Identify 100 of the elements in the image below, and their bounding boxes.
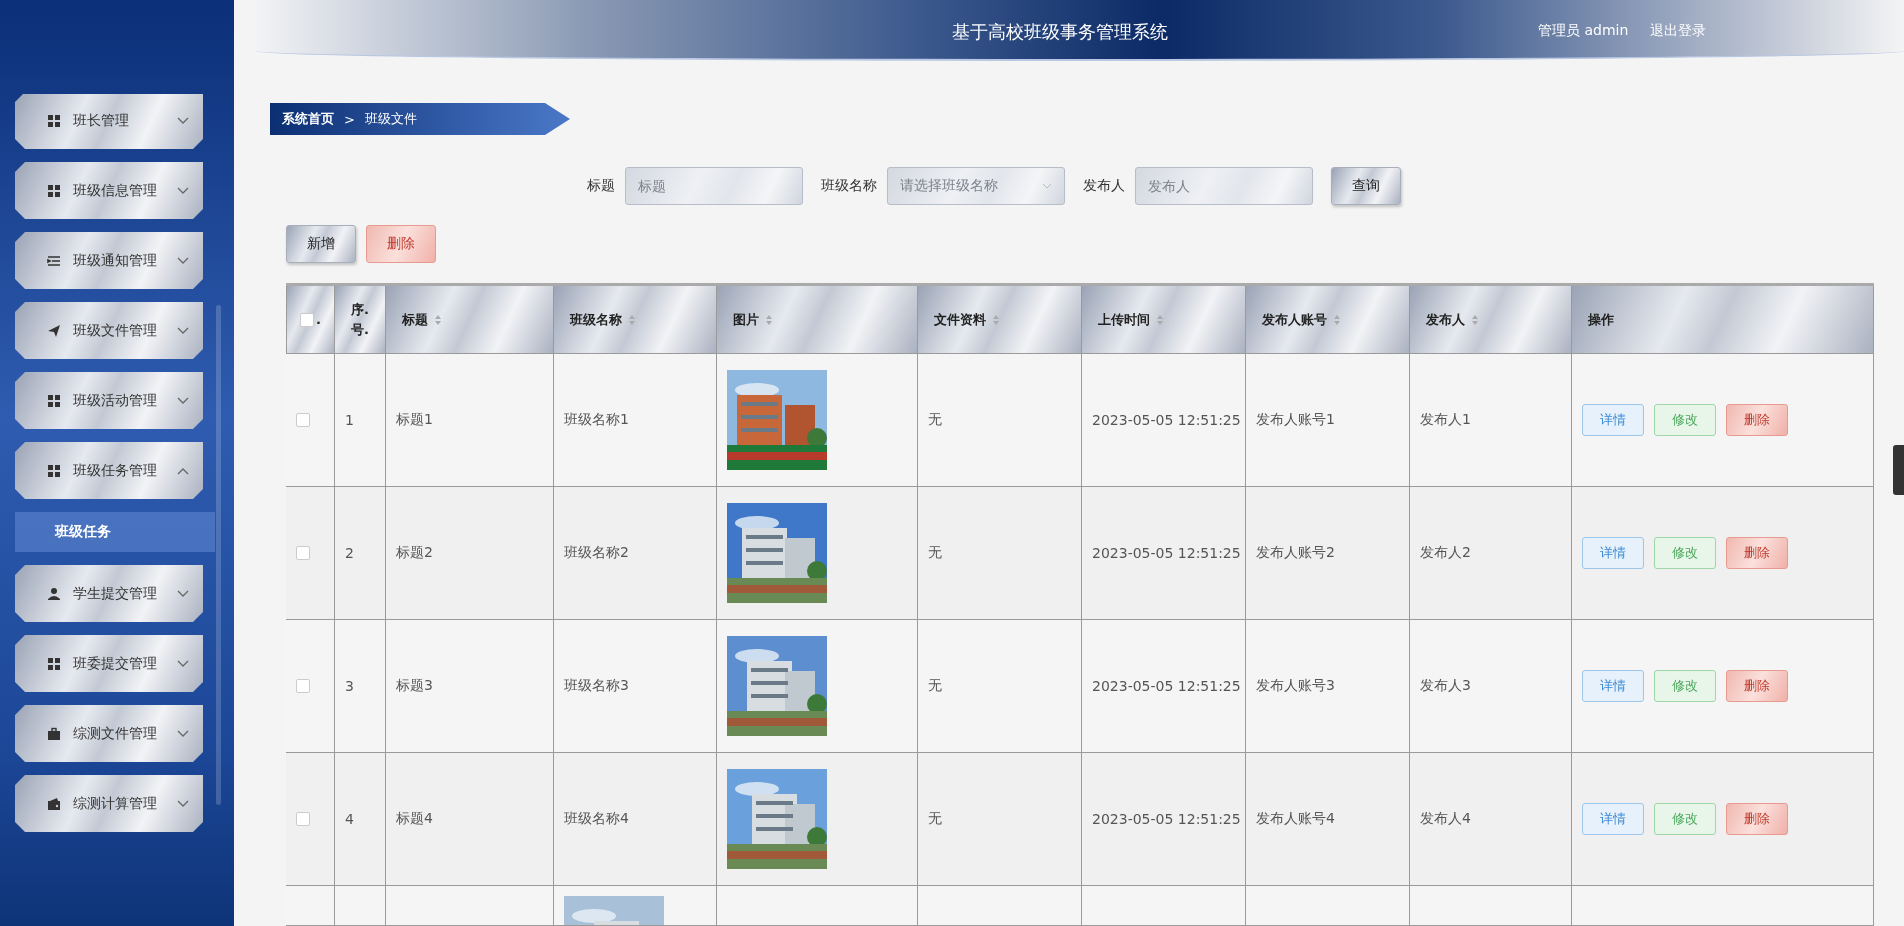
menu-item[interactable]: 班长管理 <box>15 94 203 149</box>
table-cell: 2 <box>335 487 386 620</box>
table-cell: 班级名称4 <box>554 753 717 886</box>
table-cell: 无 <box>918 753 1082 886</box>
table-cell: 发布人3 <box>1410 620 1572 753</box>
table-cell: 无 <box>918 620 1082 753</box>
table-cell: 4 <box>335 753 386 886</box>
table-header-cell[interactable]: 图片 <box>717 286 918 354</box>
user-icon <box>47 586 61 601</box>
table-cell: 发布人4 <box>1410 753 1572 886</box>
table-cell: 标题2 <box>386 487 554 620</box>
list-icon <box>47 253 61 268</box>
breadcrumb-text: > <box>344 111 355 127</box>
table-cell: 班级名称2 <box>554 487 717 620</box>
delete-button[interactable]: 删除 <box>1726 404 1788 436</box>
scrollbar[interactable] <box>216 305 221 805</box>
delete-button[interactable]: 删除 <box>1726 803 1788 835</box>
sort-icon[interactable] <box>992 313 1000 326</box>
paper-plane-icon <box>47 323 61 338</box>
table-cell: 发布人账号2 <box>1246 487 1410 620</box>
table-cell: 班级名称1 <box>554 354 717 487</box>
chevron-down-icon <box>177 186 189 195</box>
add-button[interactable]: 新增 <box>286 225 356 263</box>
field-label: 发布人 <box>1083 177 1125 195</box>
table-cell: 2023-05-05 12:51:25 <box>1082 753 1246 886</box>
table-cell: 班级名称3 <box>554 620 717 753</box>
wallet-icon <box>47 796 61 811</box>
chevron-down-icon <box>177 116 189 125</box>
grid-icon <box>47 393 61 408</box>
header-mark: . <box>316 312 321 327</box>
grid-icon <box>47 656 61 671</box>
sort-icon[interactable] <box>1333 313 1341 326</box>
table-cell: 无 <box>918 354 1082 487</box>
table-cell: 发布人1 <box>1410 354 1572 487</box>
sort-icon[interactable] <box>1471 313 1479 326</box>
table-header-cell[interactable]: 发布人账号 <box>1246 286 1410 354</box>
checkbox[interactable] <box>296 546 310 560</box>
table-cell: 1 <box>335 354 386 487</box>
table-cell: 3 <box>335 620 386 753</box>
table-cell: 2023-05-05 12:51:25 <box>1082 354 1246 487</box>
menu-item[interactable]: 班级文件管理 <box>15 302 203 359</box>
menu-item[interactable]: 班级通知管理 <box>15 232 203 289</box>
delete-button[interactable]: 删除 <box>1726 670 1788 702</box>
table-cell: 发布人账号4 <box>1246 753 1410 886</box>
menu-item[interactable]: 班级任务管理 <box>15 442 203 499</box>
input-field[interactable]: 标题 <box>625 167 803 205</box>
menu-item[interactable]: 综测计算管理 <box>15 775 203 832</box>
chevron-down-icon <box>177 396 189 405</box>
briefcase-icon <box>47 726 61 741</box>
system-title: 基于高校班级事务管理系统 <box>952 20 1168 44</box>
menu-item[interactable]: 学生提交管理 <box>15 565 203 622</box>
table-header-cell[interactable]: 班级名称 <box>554 286 717 354</box>
menu-item[interactable]: 班级信息管理 <box>15 162 203 219</box>
sort-icon[interactable] <box>765 313 773 326</box>
table-cell: 发布人账号3 <box>1246 620 1410 753</box>
checkbox[interactable] <box>296 413 310 427</box>
table-cell: 发布人账号1 <box>1246 354 1410 487</box>
table-header-cell: 序.号. <box>335 286 386 354</box>
menu-item[interactable]: 班委提交管理 <box>15 635 203 692</box>
grid-icon <box>47 463 61 478</box>
table-cell: 无 <box>918 487 1082 620</box>
chevron-up-icon <box>177 466 189 475</box>
table-cell: 标题1 <box>386 354 554 487</box>
input-field[interactable]: 发布人 <box>1135 167 1313 205</box>
chevron-down-icon <box>177 729 189 738</box>
sort-icon[interactable] <box>434 313 442 326</box>
table-header-cell[interactable]: 标题 <box>386 286 554 354</box>
chevron-down-icon <box>177 326 189 335</box>
user-label: 管理员 admin <box>1538 22 1629 40</box>
chevron-down-icon <box>177 256 189 265</box>
table-header-cell[interactable]: 文件资料 <box>918 286 1082 354</box>
chevron-down-icon <box>177 799 189 808</box>
table-cell: 标题4 <box>386 753 554 886</box>
menu-item[interactable]: 班级活动管理 <box>15 372 203 429</box>
menu-item[interactable]: 综测文件管理 <box>15 705 203 762</box>
checkbox[interactable] <box>296 812 310 826</box>
checkbox[interactable] <box>296 679 310 693</box>
checkbox[interactable] <box>300 312 314 327</box>
sort-icon[interactable] <box>1156 313 1164 326</box>
table-cell: 发布人2 <box>1410 487 1572 620</box>
table-cell <box>335 886 386 926</box>
side-handle[interactable] <box>1893 445 1904 495</box>
field-label: 班级名称 <box>821 177 877 195</box>
chevron-down-icon <box>1042 183 1052 189</box>
chevron-down-icon <box>177 589 189 598</box>
grid-icon <box>47 183 61 198</box>
breadcrumb-link[interactable]: 系统首页 <box>282 110 334 129</box>
table-cell: 2023-05-05 12:51:25 <box>1082 487 1246 620</box>
grid-icon <box>47 113 61 128</box>
breadcrumb-text: 班级文件 <box>364 110 417 129</box>
sort-icon[interactable] <box>628 313 636 326</box>
delete-button[interactable]: 删除 <box>366 225 436 263</box>
table-header-cell[interactable]: 上传时间 <box>1082 286 1246 354</box>
table-header-cell[interactable]: 发布人 <box>1410 286 1572 354</box>
search-button[interactable]: 查询 <box>1331 167 1401 205</box>
table-header-cell: 操作 <box>1572 286 1874 354</box>
delete-button[interactable]: 删除 <box>1726 537 1788 569</box>
submenu-item[interactable]: 班级任务 <box>15 512 215 552</box>
table-cell: 标题3 <box>386 620 554 753</box>
table-cell: 2023-05-05 12:51:25 <box>1082 620 1246 753</box>
